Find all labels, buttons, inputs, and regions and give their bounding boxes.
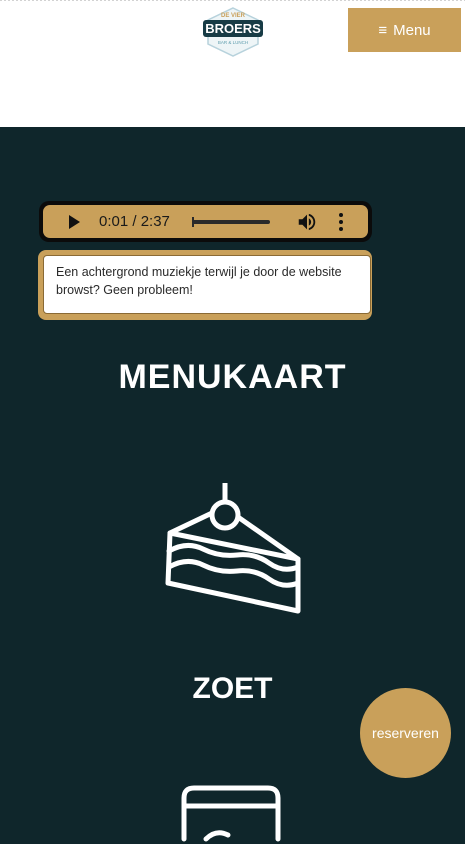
music-tooltip: Een achtergrond muziekje terwijl je door…: [38, 250, 372, 320]
logo-top-text: DE VIER: [221, 13, 246, 19]
play-icon[interactable]: [69, 215, 80, 229]
page-title: MENUKAART: [118, 358, 347, 396]
audio-player: 0:01 / 2:37: [39, 201, 372, 242]
menu-button-label: Menu: [393, 21, 431, 39]
drink-icon[interactable]: [176, 784, 286, 844]
cake-slice-icon[interactable]: [160, 483, 305, 618]
site-header: DE VIER BROERS BAR & LUNCH ≡ Menu: [0, 0, 465, 127]
top-border: [0, 0, 465, 4]
brand-logo[interactable]: DE VIER BROERS BAR & LUNCH: [202, 6, 264, 58]
menu-button[interactable]: ≡ Menu: [348, 8, 461, 52]
logo-bottom-text: BAR & LUNCH: [218, 40, 248, 45]
volume-icon[interactable]: [296, 211, 318, 233]
more-options-icon[interactable]: [339, 213, 343, 234]
logo-brand-text: BROERS: [205, 21, 261, 36]
audio-time: 0:01 / 2:37: [99, 213, 170, 230]
reserve-button[interactable]: reserveren: [360, 688, 451, 778]
audio-controls: 0:01 / 2:37: [43, 205, 368, 238]
hamburger-icon: ≡: [378, 21, 388, 39]
tooltip-text: Een achtergrond muziekje terwijl je door…: [43, 255, 371, 314]
audio-progress-thumb[interactable]: [192, 217, 195, 227]
audio-progress-slider[interactable]: [192, 217, 270, 227]
